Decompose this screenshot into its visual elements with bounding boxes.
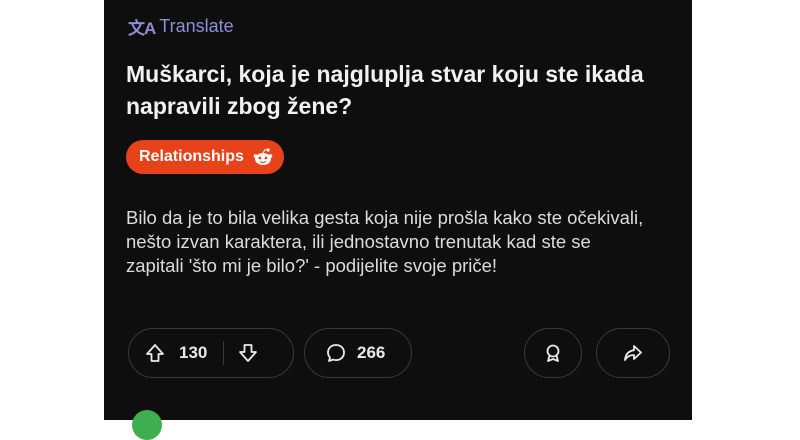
comment-icon: [325, 342, 347, 364]
vote-pill: 130: [128, 328, 294, 378]
action-bar: 130 266: [126, 328, 672, 380]
snoo-icon: [253, 148, 273, 165]
share-icon: [622, 342, 644, 364]
award-icon: [542, 342, 564, 364]
downvote-icon[interactable]: [238, 343, 258, 363]
translate-icon: 文A: [128, 19, 156, 38]
translate-button[interactable]: 文A Translate: [128, 14, 234, 39]
share-button[interactable]: [596, 328, 670, 378]
upvote-icon[interactable]: [145, 343, 165, 363]
comments-button[interactable]: 266: [304, 328, 412, 378]
flair-badge[interactable]: Relationships: [126, 140, 284, 174]
flair-label: Relationships: [139, 148, 244, 165]
post-body: Bilo da je to bila velika gesta koja nij…: [126, 207, 644, 276]
award-button[interactable]: [524, 328, 582, 378]
post-title[interactable]: Muškarci, koja je najgluplja stvar koju …: [126, 58, 666, 122]
comment-count: 266: [357, 343, 386, 362]
avatar[interactable]: [132, 410, 162, 440]
post-card: 文A Translate Muškarci, koja je najgluplj…: [104, 0, 692, 440]
translate-label: Translate: [159, 16, 234, 36]
upvote-count: 130: [179, 343, 208, 362]
vote-divider: [223, 341, 225, 365]
